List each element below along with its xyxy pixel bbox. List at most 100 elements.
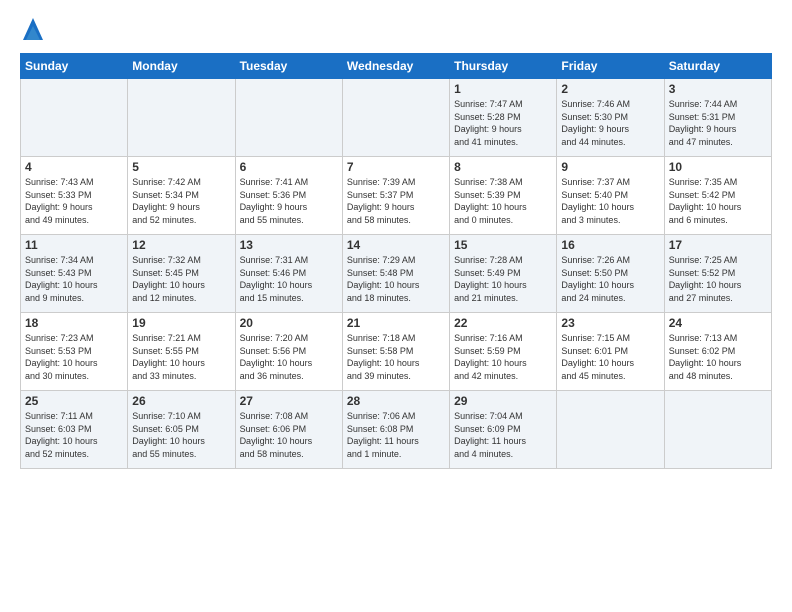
page: SundayMondayTuesdayWednesdayThursdayFrid… xyxy=(0,0,792,479)
cell-w0-d4: 1 Sunrise: 7:47 AM Sunset: 5:28 PM Daylig… xyxy=(450,79,557,157)
week-row-1: 4Sunrise: 7:43 AM Sunset: 5:33 PM Daylig… xyxy=(21,157,772,235)
day-info: Sunrise: 7:16 AM Sunset: 5:59 PM Dayligh… xyxy=(454,332,552,382)
day-number: 6 xyxy=(240,160,338,174)
day-number: 20 xyxy=(240,316,338,330)
cell-w3-d5: 23 Sunrise: 7:15 AM Sunset: 6:01 PM Dayli… xyxy=(557,313,664,391)
cell-w4-d2: 27 Sunrise: 7:08 AM Sunset: 6:06 PM Dayli… xyxy=(235,391,342,469)
cell-w4-d4: 29 Sunrise: 7:04 AM Sunset: 6:09 PM Dayli… xyxy=(450,391,557,469)
cell-w1-d2: 6 Sunrise: 7:41 AM Sunset: 5:36 PM Daylig… xyxy=(235,157,342,235)
day-number: 11 xyxy=(25,238,123,252)
cell-w0-d0 xyxy=(21,79,128,157)
cell-w2-d3: 14Sunrise: 7:29 AM Sunset: 5:48 PM Dayli… xyxy=(342,235,449,313)
cell-w4-d5 xyxy=(557,391,664,469)
cell-w1-d1: 5 Sunrise: 7:42 AM Sunset: 5:34 PM Daylig… xyxy=(128,157,235,235)
header-day-saturday: Saturday xyxy=(664,54,771,79)
day-info: Sunrise: 7:13 AM Sunset: 6:02 PM Dayligh… xyxy=(669,332,767,382)
week-row-4: 25 Sunrise: 7:11 AM Sunset: 6:03 PM Dayli… xyxy=(21,391,772,469)
cell-w3-d2: 20 Sunrise: 7:20 AM Sunset: 5:56 PM Dayli… xyxy=(235,313,342,391)
header-day-friday: Friday xyxy=(557,54,664,79)
week-row-2: 11 Sunrise: 7:34 AM Sunset: 5:43 PM Dayli… xyxy=(21,235,772,313)
day-info: Sunrise: 7:44 AM Sunset: 5:31 PM Dayligh… xyxy=(669,98,767,148)
cell-w3-d6: 24 Sunrise: 7:13 AM Sunset: 6:02 PM Dayli… xyxy=(664,313,771,391)
day-number: 23 xyxy=(561,316,659,330)
cell-w1-d3: 7 Sunrise: 7:39 AM Sunset: 5:37 PM Daylig… xyxy=(342,157,449,235)
logo-icon xyxy=(23,18,43,40)
day-info: Sunrise: 7:20 AM Sunset: 5:56 PM Dayligh… xyxy=(240,332,338,382)
day-info: Sunrise: 7:38 AM Sunset: 5:39 PM Dayligh… xyxy=(454,176,552,226)
day-info: Sunrise: 7:25 AM Sunset: 5:52 PM Dayligh… xyxy=(669,254,767,304)
cell-w2-d0: 11 Sunrise: 7:34 AM Sunset: 5:43 PM Dayli… xyxy=(21,235,128,313)
header xyxy=(20,16,772,45)
logo xyxy=(20,16,43,45)
header-day-monday: Monday xyxy=(128,54,235,79)
cell-w4-d0: 25 Sunrise: 7:11 AM Sunset: 6:03 PM Dayli… xyxy=(21,391,128,469)
day-info: Sunrise: 7:34 AM Sunset: 5:43 PM Dayligh… xyxy=(25,254,123,304)
day-info: Sunrise: 7:37 AM Sunset: 5:40 PM Dayligh… xyxy=(561,176,659,226)
cell-w2-d2: 13 Sunrise: 7:31 AM Sunset: 5:46 PM Dayli… xyxy=(235,235,342,313)
day-info: Sunrise: 7:10 AM Sunset: 6:05 PM Dayligh… xyxy=(132,410,230,460)
day-number: 21 xyxy=(347,316,445,330)
day-number: 3 xyxy=(669,82,767,96)
header-row: SundayMondayTuesdayWednesdayThursdayFrid… xyxy=(21,54,772,79)
week-row-3: 18 Sunrise: 7:23 AM Sunset: 5:53 PM Dayli… xyxy=(21,313,772,391)
day-number: 12 xyxy=(132,238,230,252)
day-info: Sunrise: 7:43 AM Sunset: 5:33 PM Dayligh… xyxy=(25,176,123,226)
day-number: 7 xyxy=(347,160,445,174)
cell-w1-d4: 8 Sunrise: 7:38 AM Sunset: 5:39 PM Daylig… xyxy=(450,157,557,235)
cell-w4-d3: 28Sunrise: 7:06 AM Sunset: 6:08 PM Dayli… xyxy=(342,391,449,469)
day-number: 22 xyxy=(454,316,552,330)
day-info: Sunrise: 7:42 AM Sunset: 5:34 PM Dayligh… xyxy=(132,176,230,226)
day-info: Sunrise: 7:21 AM Sunset: 5:55 PM Dayligh… xyxy=(132,332,230,382)
day-info: Sunrise: 7:39 AM Sunset: 5:37 PM Dayligh… xyxy=(347,176,445,226)
header-day-thursday: Thursday xyxy=(450,54,557,79)
cell-w4-d6 xyxy=(664,391,771,469)
day-number: 28 xyxy=(347,394,445,408)
day-number: 18 xyxy=(25,316,123,330)
day-info: Sunrise: 7:04 AM Sunset: 6:09 PM Dayligh… xyxy=(454,410,552,460)
day-number: 17 xyxy=(669,238,767,252)
day-info: Sunrise: 7:08 AM Sunset: 6:06 PM Dayligh… xyxy=(240,410,338,460)
calendar-table: SundayMondayTuesdayWednesdayThursdayFrid… xyxy=(20,53,772,469)
header-day-wednesday: Wednesday xyxy=(342,54,449,79)
header-day-tuesday: Tuesday xyxy=(235,54,342,79)
cell-w2-d1: 12 Sunrise: 7:32 AM Sunset: 5:45 PM Dayli… xyxy=(128,235,235,313)
day-info: Sunrise: 7:15 AM Sunset: 6:01 PM Dayligh… xyxy=(561,332,659,382)
cell-w0-d1 xyxy=(128,79,235,157)
cell-w0-d6: 3 Sunrise: 7:44 AM Sunset: 5:31 PM Daylig… xyxy=(664,79,771,157)
cell-w3-d4: 22 Sunrise: 7:16 AM Sunset: 5:59 PM Dayli… xyxy=(450,313,557,391)
day-number: 15 xyxy=(454,238,552,252)
day-info: Sunrise: 7:23 AM Sunset: 5:53 PM Dayligh… xyxy=(25,332,123,382)
day-number: 24 xyxy=(669,316,767,330)
cell-w3-d1: 19 Sunrise: 7:21 AM Sunset: 5:55 PM Dayli… xyxy=(128,313,235,391)
day-info: Sunrise: 7:41 AM Sunset: 5:36 PM Dayligh… xyxy=(240,176,338,226)
day-number: 13 xyxy=(240,238,338,252)
cell-w0-d3 xyxy=(342,79,449,157)
day-number: 1 xyxy=(454,82,552,96)
cell-w2-d4: 15 Sunrise: 7:28 AM Sunset: 5:49 PM Dayli… xyxy=(450,235,557,313)
day-number: 8 xyxy=(454,160,552,174)
day-number: 2 xyxy=(561,82,659,96)
day-number: 9 xyxy=(561,160,659,174)
cell-w4-d1: 26Sunrise: 7:10 AM Sunset: 6:05 PM Dayli… xyxy=(128,391,235,469)
day-number: 19 xyxy=(132,316,230,330)
cell-w1-d6: 10 Sunrise: 7:35 AM Sunset: 5:42 PM Dayli… xyxy=(664,157,771,235)
day-info: Sunrise: 7:26 AM Sunset: 5:50 PM Dayligh… xyxy=(561,254,659,304)
day-info: Sunrise: 7:35 AM Sunset: 5:42 PM Dayligh… xyxy=(669,176,767,226)
day-info: Sunrise: 7:46 AM Sunset: 5:30 PM Dayligh… xyxy=(561,98,659,148)
cell-w1-d0: 4Sunrise: 7:43 AM Sunset: 5:33 PM Daylig… xyxy=(21,157,128,235)
day-number: 25 xyxy=(25,394,123,408)
cell-w3-d3: 21Sunrise: 7:18 AM Sunset: 5:58 PM Dayli… xyxy=(342,313,449,391)
cell-w3-d0: 18 Sunrise: 7:23 AM Sunset: 5:53 PM Dayli… xyxy=(21,313,128,391)
day-info: Sunrise: 7:11 AM Sunset: 6:03 PM Dayligh… xyxy=(25,410,123,460)
day-number: 27 xyxy=(240,394,338,408)
day-info: Sunrise: 7:31 AM Sunset: 5:46 PM Dayligh… xyxy=(240,254,338,304)
day-info: Sunrise: 7:47 AM Sunset: 5:28 PM Dayligh… xyxy=(454,98,552,148)
day-info: Sunrise: 7:28 AM Sunset: 5:49 PM Dayligh… xyxy=(454,254,552,304)
day-number: 29 xyxy=(454,394,552,408)
day-info: Sunrise: 7:32 AM Sunset: 5:45 PM Dayligh… xyxy=(132,254,230,304)
day-number: 5 xyxy=(132,160,230,174)
cell-w0-d2 xyxy=(235,79,342,157)
day-info: Sunrise: 7:29 AM Sunset: 5:48 PM Dayligh… xyxy=(347,254,445,304)
week-row-0: 1 Sunrise: 7:47 AM Sunset: 5:28 PM Daylig… xyxy=(21,79,772,157)
day-number: 10 xyxy=(669,160,767,174)
